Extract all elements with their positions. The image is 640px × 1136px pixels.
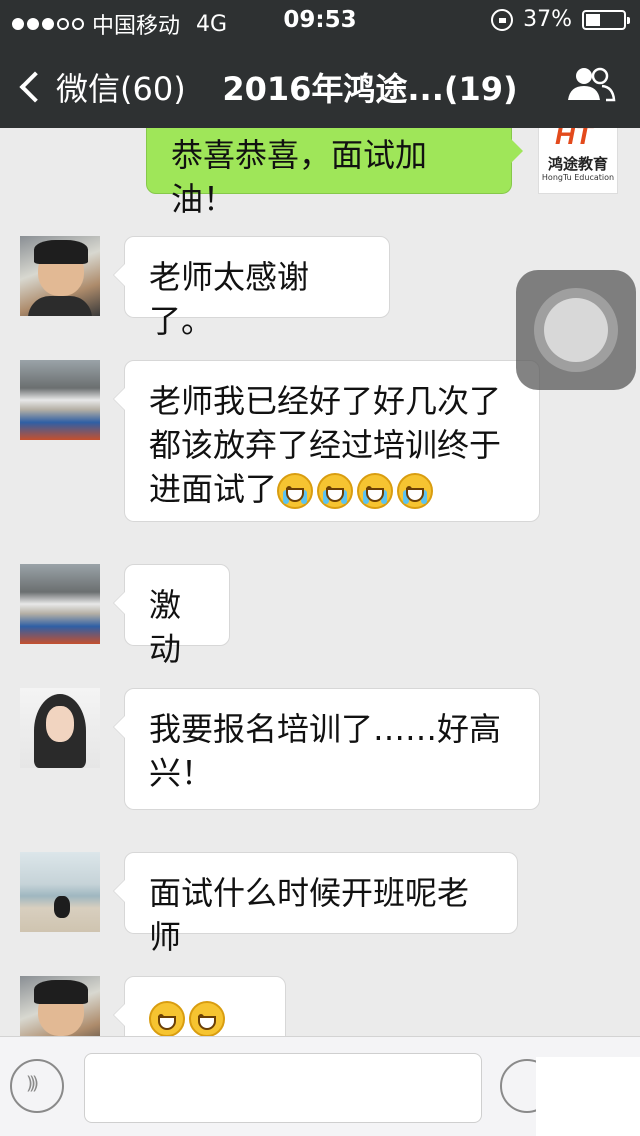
grinning-face-icon — [149, 998, 229, 1036]
avatar-hongtu-logo[interactable]: HT 鸿途教育 HongTu Education — [538, 128, 618, 194]
chat-messages[interactable]: 恭喜恭喜，面试加油！ HT 鸿途教育 HongTu Education 老师太感… — [0, 128, 640, 1036]
battery-icon — [582, 9, 630, 30]
battery-percent: 37% — [523, 7, 572, 32]
avatar[interactable] — [20, 976, 100, 1036]
avatar[interactable] — [20, 236, 100, 316]
avatar[interactable] — [20, 360, 100, 440]
status-bar: 中国移动 4G 09:53 37% — [0, 0, 640, 40]
message-text: 面试什么时候开班呢老师 — [149, 874, 470, 956]
logo-name: 鸿途教育 — [547, 155, 608, 173]
assistive-touch-button[interactable] — [516, 270, 636, 390]
message-text: 老师太感谢了。 — [149, 258, 310, 340]
message-bubble[interactable]: 激动 — [113, 564, 230, 668]
message-bubble[interactable] — [113, 976, 286, 1036]
message-text: 恭喜恭喜，面试加油！ — [171, 136, 428, 218]
rotation-lock-icon — [491, 8, 514, 31]
message-text: 我要报名培训了……好高兴！ — [149, 710, 502, 792]
crying-face-icon — [277, 470, 437, 509]
overlay-patch — [536, 1057, 640, 1136]
chat-title: 2016年鸿途...(19) — [222, 70, 518, 108]
message-text: 激动 — [149, 586, 182, 668]
avatar[interactable] — [20, 852, 100, 932]
group-members-icon[interactable] — [566, 64, 616, 104]
message-input[interactable] — [84, 1053, 482, 1123]
message-bubble[interactable]: 恭喜恭喜，面试加油！ — [146, 128, 523, 218]
navigation-bar: 微信(60) 2016年鸿途...(19) — [0, 40, 640, 128]
back-label: 微信(60) — [56, 70, 186, 108]
voice-input-icon[interactable] — [10, 1059, 64, 1113]
avatar[interactable] — [20, 564, 100, 644]
logo-mark: HT — [555, 128, 593, 150]
message-bubble[interactable]: 老师太感谢了。 — [113, 236, 390, 340]
avatar[interactable] — [20, 688, 100, 768]
message-bubble[interactable]: 我要报名培训了……好高兴！ — [113, 688, 540, 810]
input-bar — [0, 1036, 640, 1136]
back-button[interactable]: 微信(60) — [16, 64, 186, 110]
message-bubble[interactable]: 老师我已经好了好几次了都该放弃了经过培训终于进面试了 — [113, 360, 540, 522]
chevron-left-icon — [19, 71, 51, 103]
logo-subtitle: HongTu Education — [541, 173, 615, 182]
message-bubble[interactable]: 面试什么时候开班呢老师 — [113, 852, 518, 956]
